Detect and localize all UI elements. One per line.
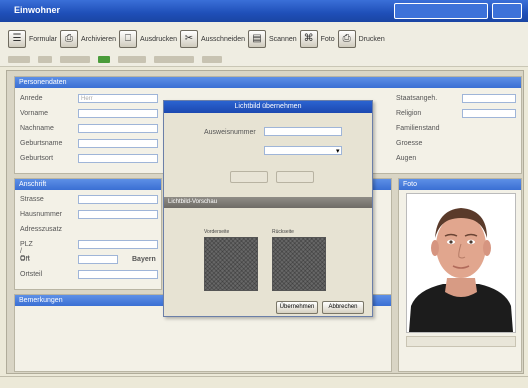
camera-icon[interactable]: ⌘ xyxy=(299,30,318,48)
field-label: Vorname xyxy=(20,110,49,117)
copy-icon[interactable]: ⎙ xyxy=(337,30,356,48)
salutation-input[interactable]: Herr xyxy=(78,94,158,103)
field-label: Staatsangeh. xyxy=(396,95,438,102)
field-label: Hausnummer xyxy=(20,211,63,218)
panel-header-strip xyxy=(373,179,391,190)
folder-icon[interactable]: ⎙ xyxy=(60,30,79,48)
photo-frame xyxy=(406,193,516,333)
thumb-label-front: Vorderseite xyxy=(204,229,230,235)
record-icon[interactable] xyxy=(98,56,110,63)
chevron-down-icon[interactable]: ▾ xyxy=(336,147,340,155)
dialog-field-label: Ausweisnummer xyxy=(204,129,256,136)
housenumber-input[interactable] xyxy=(78,210,158,219)
cancel-button[interactable]: Abbrechen xyxy=(322,301,364,314)
zip-input[interactable] xyxy=(78,240,158,249)
status-bar xyxy=(0,376,528,388)
portrait-photo xyxy=(407,194,515,332)
city-input[interactable] xyxy=(78,255,118,264)
nav-button[interactable] xyxy=(202,56,222,63)
field-label: Adresszusatz xyxy=(20,226,63,233)
photo-caption-field xyxy=(406,336,516,347)
field-label: Strasse xyxy=(20,196,44,203)
toolbar-label: Archivieren xyxy=(81,35,117,43)
lastname-input[interactable] xyxy=(78,124,158,133)
dialog-title: Lichtbild übernehmen xyxy=(164,101,372,113)
field-label: Familienstand xyxy=(396,125,440,132)
close-button[interactable] xyxy=(492,3,522,19)
dialog-button-1[interactable] xyxy=(230,171,268,183)
nav-button[interactable] xyxy=(118,56,146,63)
window-buttons[interactable] xyxy=(394,3,488,19)
window-titlebar: Einwohner xyxy=(0,0,528,22)
toolbar-label: Scannen xyxy=(268,35,297,43)
preview-section-header: Lichtbild-Vorschau xyxy=(164,197,372,208)
field-label: Religion xyxy=(396,110,422,117)
field-label: Ortsteil xyxy=(20,271,43,278)
front-thumbnail[interactable] xyxy=(204,237,258,291)
district-input[interactable] xyxy=(78,270,158,279)
street-input[interactable] xyxy=(78,195,158,204)
secondary-toolbar xyxy=(8,55,308,64)
thumb-label-back: Rückseite xyxy=(272,229,294,235)
dialog-button-2[interactable] xyxy=(276,171,314,183)
panel-header: Personendaten xyxy=(15,77,521,88)
field-label: Ort xyxy=(20,256,30,263)
panel-header: Anschrift xyxy=(15,179,161,190)
state-label: Bayern xyxy=(132,256,156,263)
nav-button[interactable] xyxy=(8,56,30,63)
firstname-input[interactable] xyxy=(78,109,158,118)
printer-icon[interactable]: ⎕ xyxy=(119,30,138,48)
scissors-icon[interactable]: ✂ xyxy=(180,30,198,48)
source-select[interactable] xyxy=(264,146,342,155)
ok-button[interactable]: Übernehmen xyxy=(276,301,318,314)
side-strip xyxy=(372,178,392,310)
field-label: Groesse xyxy=(396,140,423,147)
nationality-input[interactable] xyxy=(462,94,516,103)
field-label: Nachname xyxy=(20,125,54,132)
panel-header: Foto xyxy=(399,179,521,190)
field-label: Geburtsort xyxy=(20,155,54,162)
nav-button[interactable] xyxy=(38,56,52,63)
window-title: Einwohner xyxy=(14,5,61,15)
id-number-input[interactable] xyxy=(264,127,342,136)
field-label: Anrede xyxy=(20,95,43,102)
birthplace-input[interactable] xyxy=(78,154,158,163)
toolbar-label: Ausdrucken xyxy=(140,35,177,43)
religion-input[interactable] xyxy=(462,109,516,118)
back-thumbnail[interactable] xyxy=(272,237,326,291)
form-icon[interactable]: ☰ xyxy=(8,30,26,48)
toolbar-label: Foto xyxy=(320,35,335,43)
field-label: Augen xyxy=(396,155,417,162)
toolbar-label: Drucken xyxy=(358,35,385,43)
birthname-input[interactable] xyxy=(78,139,158,148)
toolbar-label: Ausschneiden xyxy=(201,35,245,43)
scanner-icon[interactable]: ▤ xyxy=(247,30,266,48)
photo-import-dialog: Lichtbild übernehmen Ausweisnummer ▾ Lic… xyxy=(163,100,373,317)
toolbar-row: ☰ Formular ⎙ Archivieren ⎕ Ausdrucken ✂ … xyxy=(8,28,385,50)
field-label: Geburtsname xyxy=(20,140,63,147)
toolbar-label: Formular xyxy=(29,35,58,43)
nav-button[interactable] xyxy=(60,56,90,63)
nav-button[interactable] xyxy=(154,56,194,63)
